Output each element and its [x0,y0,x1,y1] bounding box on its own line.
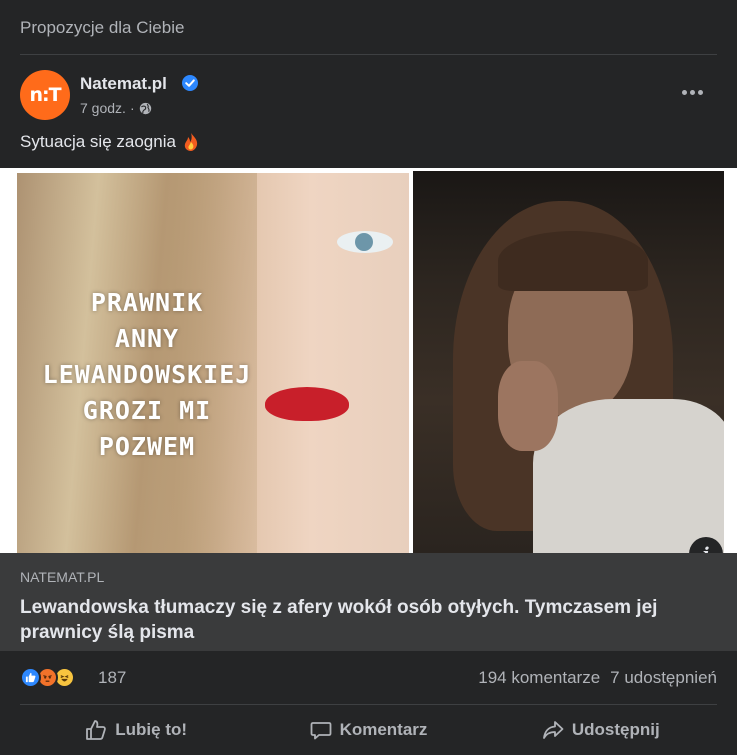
headline-line: POZWEM [98,432,196,461]
link-domain: NATEMAT.PL [20,569,105,585]
post-time[interactable]: 7 godz. [80,100,126,116]
actions-divider [20,704,717,705]
post-image[interactable]: PRAWNIK ANNY LEWANDOWSKIEJ GROZI MI POZW… [0,168,737,553]
headline-line: LEWANDOWSKIEJ [42,360,252,389]
post-message-text: Sytuacja się zaognia [20,132,176,151]
header-divider [20,54,717,55]
globe-icon [139,102,151,114]
comments-count[interactable]: 194 komentarze [478,668,600,688]
photo-lips-shape [265,387,349,421]
more-dot-icon [697,89,703,95]
photo-eye-shape [337,231,393,253]
left-photo: PRAWNIK ANNY LEWANDOWSKIEJ GROZI MI POZW… [17,173,409,553]
like-reaction-icon [20,666,41,688]
reaction-icons[interactable] [20,666,75,688]
right-photo [413,171,724,553]
avatar-logo-text: n:T [29,84,61,106]
comment-label: Komentarz [339,720,428,739]
headline-line: ANNY [114,324,180,353]
post-header: n:T Natemat.pl 7 godz. · [20,70,717,122]
image-headline: PRAWNIK ANNY LEWANDOWSKIEJ GROZI MI POZW… [25,285,269,465]
engagement-counts: 194 komentarze 7 udostępnień [478,668,717,688]
suggestions-header: Propozycje dla Ciebie [20,18,185,37]
comment-bubble-icon [310,722,331,740]
like-button[interactable]: Lubię to! [20,710,252,750]
more-options-button[interactable] [677,80,707,104]
feed-post-card: Propozycje dla Ciebie n:T Natemat.pl 7 g… [0,0,737,755]
like-label: Lubię to! [115,720,188,739]
link-preview[interactable]: NATEMAT.PL Lewandowska tłumaczy się z af… [0,553,737,651]
meta-separator: · [129,100,135,116]
fire-icon [184,133,198,151]
comment-button[interactable]: Komentarz [252,710,484,750]
reaction-count[interactable]: 187 [98,668,126,688]
thumbs-up-icon [86,720,107,740]
more-dot-icon [681,89,687,95]
share-button[interactable]: Udostępnij [485,710,717,750]
verified-badge-icon [182,75,198,91]
post-meta: 7 godz. · [80,100,152,116]
share-arrow-icon [542,721,564,739]
page-avatar[interactable]: n:T [20,70,70,120]
share-label: Udostępnij [571,720,660,739]
headline-line: GROZI MI [82,396,212,425]
author-name[interactable]: Natemat.pl [80,74,167,94]
post-actions: Lubię to! Komentarz Udostępnij [20,710,717,750]
shares-count[interactable]: 7 udostępnień [610,668,717,688]
post-message: Sytuacja się zaognia [20,132,200,152]
link-title: Lewandowska tłumaczy się z afery wokół o… [20,597,658,643]
more-dot-icon [689,89,695,95]
headline-line: PRAWNIK [90,288,204,317]
post-stats: 187 194 komentarze 7 udostępnień [20,664,717,694]
